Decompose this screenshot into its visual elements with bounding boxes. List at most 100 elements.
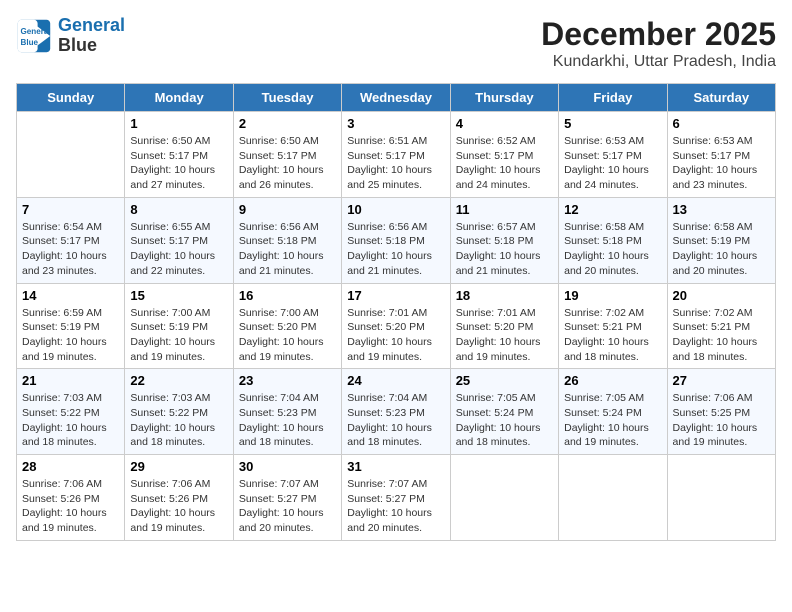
title-area: December 2025 Kundarkhi, Uttar Pradesh, … [541,16,776,71]
page-header: General Blue General Blue December 2025 … [16,16,776,71]
calendar-cell: 21 Sunrise: 7:03 AM Sunset: 5:22 PM Dayli… [17,369,125,455]
day-number: 2 [239,116,336,131]
day-info: Sunrise: 7:01 AM Sunset: 5:20 PM Dayligh… [347,306,444,365]
col-saturday: Saturday [667,84,775,112]
day-info: Sunrise: 7:01 AM Sunset: 5:20 PM Dayligh… [456,306,553,365]
day-number: 18 [456,288,553,303]
calendar-cell: 26 Sunrise: 7:05 AM Sunset: 5:24 PM Dayli… [559,369,667,455]
calendar-week-5: 28 Sunrise: 7:06 AM Sunset: 5:26 PM Dayli… [17,455,776,541]
col-tuesday: Tuesday [233,84,341,112]
calendar-cell: 13 Sunrise: 6:58 AM Sunset: 5:19 PM Dayli… [667,197,775,283]
svg-text:General: General [21,27,51,36]
day-number: 10 [347,202,444,217]
day-info: Sunrise: 6:50 AM Sunset: 5:17 PM Dayligh… [130,134,227,193]
day-info: Sunrise: 6:52 AM Sunset: 5:17 PM Dayligh… [456,134,553,193]
day-info: Sunrise: 7:06 AM Sunset: 5:25 PM Dayligh… [673,391,770,450]
day-number: 22 [130,373,227,388]
logo: General Blue General Blue [16,16,125,56]
calendar-cell [450,455,558,541]
calendar-cell: 30Sunrise: 7:07 AM Sunset: 5:27 PM Dayli… [233,455,341,541]
day-info: Sunrise: 7:07 AM Sunset: 5:27 PM Dayligh… [347,477,444,536]
calendar-cell: 24 Sunrise: 7:04 AM Sunset: 5:23 PM Dayli… [342,369,450,455]
calendar-cell: 14Sunrise: 6:59 AM Sunset: 5:19 PM Dayli… [17,283,125,369]
calendar-cell [667,455,775,541]
calendar-cell [17,112,125,198]
calendar-table: Sunday Monday Tuesday Wednesday Thursday… [16,83,776,541]
calendar-cell: 2 Sunrise: 6:50 AM Sunset: 5:17 PM Daylig… [233,112,341,198]
day-info: Sunrise: 7:04 AM Sunset: 5:23 PM Dayligh… [239,391,336,450]
day-number: 14 [22,288,119,303]
day-info: Sunrise: 6:57 AM Sunset: 5:18 PM Dayligh… [456,220,553,279]
day-info: Sunrise: 7:06 AM Sunset: 5:26 PM Dayligh… [22,477,119,536]
calendar-cell: 11Sunrise: 6:57 AM Sunset: 5:18 PM Dayli… [450,197,558,283]
day-info: Sunrise: 6:53 AM Sunset: 5:17 PM Dayligh… [673,134,770,193]
day-info: Sunrise: 6:58 AM Sunset: 5:18 PM Dayligh… [564,220,661,279]
calendar-cell: 1Sunrise: 6:50 AM Sunset: 5:17 PM Daylig… [125,112,233,198]
calendar-cell: 12Sunrise: 6:58 AM Sunset: 5:18 PM Dayli… [559,197,667,283]
day-number: 24 [347,373,444,388]
day-number: 26 [564,373,661,388]
day-number: 3 [347,116,444,131]
day-number: 13 [673,202,770,217]
day-number: 17 [347,288,444,303]
calendar-cell: 22 Sunrise: 7:03 AM Sunset: 5:22 PM Dayli… [125,369,233,455]
day-info: Sunrise: 7:06 AM Sunset: 5:26 PM Dayligh… [130,477,227,536]
day-number: 8 [130,202,227,217]
day-number: 20 [673,288,770,303]
logo-text: General Blue [58,16,125,56]
day-number: 4 [456,116,553,131]
month-title: December 2025 [541,16,776,53]
calendar-cell: 8 Sunrise: 6:55 AM Sunset: 5:17 PM Daylig… [125,197,233,283]
day-info: Sunrise: 7:02 AM Sunset: 5:21 PM Dayligh… [564,306,661,365]
day-info: Sunrise: 6:54 AM Sunset: 5:17 PM Dayligh… [22,220,119,279]
day-number: 7 [22,202,119,217]
calendar-cell: 6Sunrise: 6:53 AM Sunset: 5:17 PM Daylig… [667,112,775,198]
calendar-week-2: 7 Sunrise: 6:54 AM Sunset: 5:17 PM Daylig… [17,197,776,283]
day-number: 21 [22,373,119,388]
day-info: Sunrise: 6:53 AM Sunset: 5:17 PM Dayligh… [564,134,661,193]
day-info: Sunrise: 7:00 AM Sunset: 5:20 PM Dayligh… [239,306,336,365]
day-info: Sunrise: 6:55 AM Sunset: 5:17 PM Dayligh… [130,220,227,279]
calendar-cell: 18 Sunrise: 7:01 AM Sunset: 5:20 PM Dayli… [450,283,558,369]
col-wednesday: Wednesday [342,84,450,112]
calendar-cell: 5 Sunrise: 6:53 AM Sunset: 5:17 PM Daylig… [559,112,667,198]
day-info: Sunrise: 7:00 AM Sunset: 5:19 PM Dayligh… [130,306,227,365]
day-number: 27 [673,373,770,388]
calendar-cell: 10Sunrise: 6:56 AM Sunset: 5:18 PM Dayli… [342,197,450,283]
calendar-cell: 7 Sunrise: 6:54 AM Sunset: 5:17 PM Daylig… [17,197,125,283]
calendar-cell: 20Sunrise: 7:02 AM Sunset: 5:21 PM Dayli… [667,283,775,369]
day-info: Sunrise: 7:05 AM Sunset: 5:24 PM Dayligh… [564,391,661,450]
calendar-header-row: Sunday Monday Tuesday Wednesday Thursday… [17,84,776,112]
calendar-cell: 4 Sunrise: 6:52 AM Sunset: 5:17 PM Daylig… [450,112,558,198]
calendar-cell: 19Sunrise: 7:02 AM Sunset: 5:21 PM Dayli… [559,283,667,369]
calendar-cell: 25 Sunrise: 7:05 AM Sunset: 5:24 PM Dayli… [450,369,558,455]
col-monday: Monday [125,84,233,112]
col-thursday: Thursday [450,84,558,112]
calendar-cell: 16 Sunrise: 7:00 AM Sunset: 5:20 PM Dayli… [233,283,341,369]
calendar-cell: 23 Sunrise: 7:04 AM Sunset: 5:23 PM Dayli… [233,369,341,455]
day-number: 16 [239,288,336,303]
day-info: Sunrise: 7:03 AM Sunset: 5:22 PM Dayligh… [22,391,119,450]
day-number: 15 [130,288,227,303]
calendar-cell: 29 Sunrise: 7:06 AM Sunset: 5:26 PM Dayli… [125,455,233,541]
day-number: 28 [22,459,119,474]
calendar-cell: 27 Sunrise: 7:06 AM Sunset: 5:25 PM Dayli… [667,369,775,455]
day-info: Sunrise: 6:50 AM Sunset: 5:17 PM Dayligh… [239,134,336,193]
logo-icon: General Blue [16,18,52,54]
svg-text:Blue: Blue [21,38,39,47]
col-friday: Friday [559,84,667,112]
day-number: 25 [456,373,553,388]
calendar-cell: 15 Sunrise: 7:00 AM Sunset: 5:19 PM Dayli… [125,283,233,369]
day-info: Sunrise: 7:04 AM Sunset: 5:23 PM Dayligh… [347,391,444,450]
calendar-week-3: 14Sunrise: 6:59 AM Sunset: 5:19 PM Dayli… [17,283,776,369]
day-info: Sunrise: 7:07 AM Sunset: 5:27 PM Dayligh… [239,477,336,536]
day-info: Sunrise: 7:05 AM Sunset: 5:24 PM Dayligh… [456,391,553,450]
day-number: 23 [239,373,336,388]
day-number: 31 [347,459,444,474]
day-info: Sunrise: 6:58 AM Sunset: 5:19 PM Dayligh… [673,220,770,279]
day-number: 29 [130,459,227,474]
day-info: Sunrise: 7:03 AM Sunset: 5:22 PM Dayligh… [130,391,227,450]
day-number: 5 [564,116,661,131]
calendar-cell: 31 Sunrise: 7:07 AM Sunset: 5:27 PM Dayli… [342,455,450,541]
col-sunday: Sunday [17,84,125,112]
